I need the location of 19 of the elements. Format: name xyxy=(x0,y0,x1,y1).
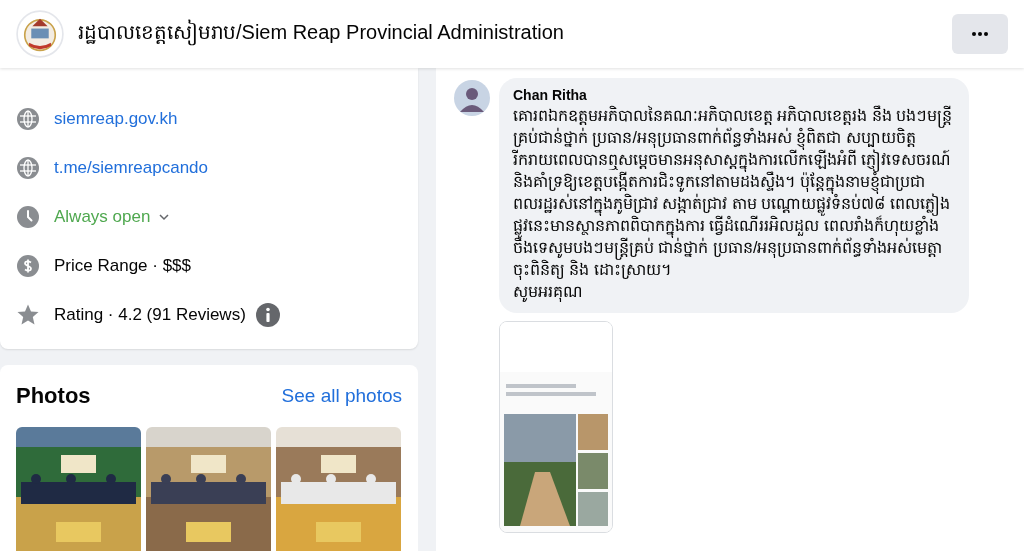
website-link[interactable]: t.me/siemreapcando xyxy=(54,157,209,178)
comment-text: គោរពឯកឧត្តមអភិបាលនៃគណៈអភិបាលខេត្ត អភិបាលខេត្តរង នឹង បងៗមន្ត្រីគ្រប់ជាន់ថ្នាក់ ប្រធាន/អនុប្រធានពាក់ព័ន្ធទាំងអស់ ខ្ញុំពិតជា សប្បាយចិត្តរីករាយពេលបានឮសម្តេចមានអនុសាស្តក្នុងការលើកឡើងអំពី ភ្ញៀវទេសចរណ៍ និងគាំទ្រឱ្យខេត្តបង្កើតការជិះទូកនៅតាមដងស្ទឹង។ ប៉ុន្តែក្នុងនាមខ្ញុំជាប្រជាពលរដ្ឋរស់នៅក្នុងភូមិជ្រាវ សង្កាត់ជ្រាវ តាម បណ្តោយផ្លូវទំនប់៧៨ ពេលភ្លៀងផ្លូវនេះមានស្ថានភាពពិបាកក្នុងការ ធ្វើដំណើររអិលដួល ពេលរាំងក៏ហុយខ្លាំង ចឹងទេសូមបងៗមន្ត្រីគ្រប់ ជាន់ថ្នាក់ ប្រធាន/អនុប្រធានពាក់ព័ន្ធទាំងអស់មេត្តាចុះពិនិត្យ និង ដោះស្រាយ។ សូមអរគុណ xyxy=(513,105,954,303)
more-icon xyxy=(972,32,988,36)
website-link[interactable]: siemreap.gov.kh xyxy=(54,108,178,129)
section-title: Photos xyxy=(16,383,91,409)
about-text: Price Range · $$$ xyxy=(54,255,192,276)
globe-icon xyxy=(16,106,40,131)
info-icon[interactable] xyxy=(255,302,280,327)
clock-icon xyxy=(16,204,40,229)
comment-author[interactable]: Chan Ritha xyxy=(513,87,955,103)
dollar-icon xyxy=(16,253,40,278)
page-title: រដ្ឋបាលខេត្តសៀមរាប/Siem Reap Provincial Administration xyxy=(78,19,952,49)
chevron-icon xyxy=(158,212,171,221)
avatar[interactable] xyxy=(454,80,490,116)
logo-icon xyxy=(16,10,64,58)
hours-dropdown[interactable]: Always open xyxy=(54,206,171,227)
about-text: Rating · 4.2 (91 Reviews) xyxy=(54,304,246,325)
see-all-link[interactable]: See all photos xyxy=(281,385,402,407)
globe-icon xyxy=(16,155,40,180)
